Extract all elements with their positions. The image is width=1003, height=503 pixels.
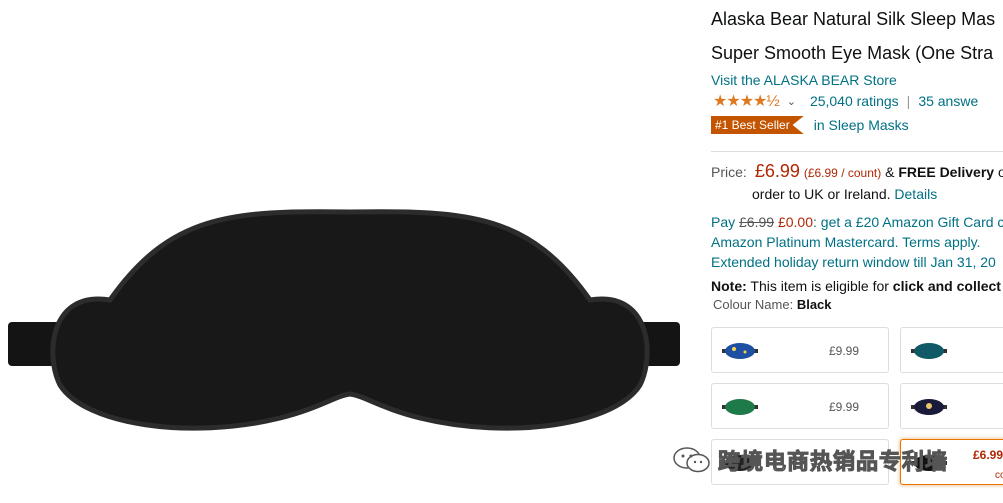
eye-mask-thumbnail-icon bbox=[722, 399, 758, 415]
details-link[interactable]: Details bbox=[894, 186, 937, 202]
best-seller-badge: #1 Best Seller bbox=[711, 116, 804, 134]
note-bold: click and collect bbox=[892, 278, 1001, 294]
swatch-price: £9.99 bbox=[829, 400, 860, 414]
swatch-price: £6.99 bbox=[973, 448, 1003, 462]
colour-swatch[interactable] bbox=[900, 383, 1003, 429]
promo-old-price: £6.99 bbox=[739, 214, 775, 230]
eye-mask-thumbnail-icon bbox=[722, 343, 758, 359]
colour-value: Black bbox=[796, 297, 832, 312]
chevron-down-icon[interactable]: ⌄ bbox=[787, 95, 796, 108]
price-row: Price: £6.99 (£6.99 / count) & FREE Deli… bbox=[711, 161, 1003, 182]
swatch-price: £9.99 bbox=[829, 344, 860, 358]
promo-pay: Pay bbox=[711, 214, 736, 230]
product-image bbox=[8, 209, 680, 431]
colour-label: Colour Name: bbox=[713, 297, 794, 312]
promo-line3[interactable]: Extended holiday return window till Jan … bbox=[711, 254, 996, 270]
promo-new-price: £0.00 bbox=[777, 214, 813, 230]
delivery-text: order to UK or Ireland. bbox=[752, 186, 891, 202]
colour-swatch[interactable]: £9.99 bbox=[711, 383, 889, 429]
note-text: This item is eligible for bbox=[746, 278, 893, 294]
promo-gift-text: : get a £20 Amazon Gift Card c bbox=[813, 214, 1003, 230]
free-delivery-label: FREE Delivery bbox=[898, 164, 995, 180]
note-label: Note: bbox=[711, 278, 747, 294]
swatch-price-note: co bbox=[995, 470, 1003, 481]
product-info: Alaska Bear Natural Silk Sleep Mas Super… bbox=[711, 0, 1003, 503]
rating-row: ★★★★½ ⌄ 25,040 ratings | 35 answe bbox=[713, 91, 978, 111]
colour-swatch[interactable] bbox=[900, 327, 1003, 373]
best-seller-row: #1 Best Seller in Sleep Masks bbox=[711, 116, 909, 134]
swatch-color-2 bbox=[725, 399, 755, 415]
delivery-suffix: o bbox=[997, 164, 1003, 180]
product-title-line1[interactable]: Alaska Bear Natural Silk Sleep Mas bbox=[711, 9, 995, 30]
store-link[interactable]: Visit the ALASKA BEAR Store bbox=[711, 72, 897, 88]
ratings-count-link[interactable]: 25,040 ratings bbox=[810, 93, 899, 109]
separator: | bbox=[906, 93, 911, 109]
product-title-line2[interactable]: Super Smooth Eye Mask (One Stra bbox=[711, 43, 993, 64]
price-per-count: (£6.99 / count) bbox=[803, 166, 882, 180]
note-row: Note: This item is eligible for click an… bbox=[711, 278, 1001, 294]
swatch-color-0 bbox=[725, 343, 755, 359]
answers-link[interactable]: 35 answe bbox=[918, 93, 978, 109]
eye-mask-thumbnail-icon bbox=[911, 343, 947, 359]
divider bbox=[711, 151, 1003, 152]
watermark: 跨境电商热销品专利墙 bbox=[672, 444, 948, 476]
price-value: £6.99 bbox=[754, 161, 800, 181]
delivery-info: order to UK or Ireland. Details bbox=[752, 186, 937, 202]
best-seller-category-link[interactable]: in Sleep Masks bbox=[814, 117, 909, 133]
swatch-color-1 bbox=[914, 343, 944, 359]
colour-name-row: Colour Name: Black bbox=[713, 297, 832, 312]
colour-swatch[interactable]: £9.99 bbox=[711, 327, 889, 373]
delivery-prefix: & bbox=[885, 164, 895, 180]
eye-mask-thumbnail-icon bbox=[911, 399, 947, 415]
watermark-text: 跨境电商热销品专利墙 bbox=[717, 449, 949, 475]
price-label: Price: bbox=[711, 164, 747, 180]
promo-line1[interactable]: Pay £6.99 £0.00: get a £20 Amazon Gift C… bbox=[711, 214, 1003, 230]
star-rating-icon[interactable]: ★★★★½ bbox=[713, 91, 780, 111]
promo-line2[interactable]: Amazon Platinum Mastercard. Terms apply. bbox=[711, 234, 980, 250]
wechat-icon bbox=[673, 447, 710, 473]
